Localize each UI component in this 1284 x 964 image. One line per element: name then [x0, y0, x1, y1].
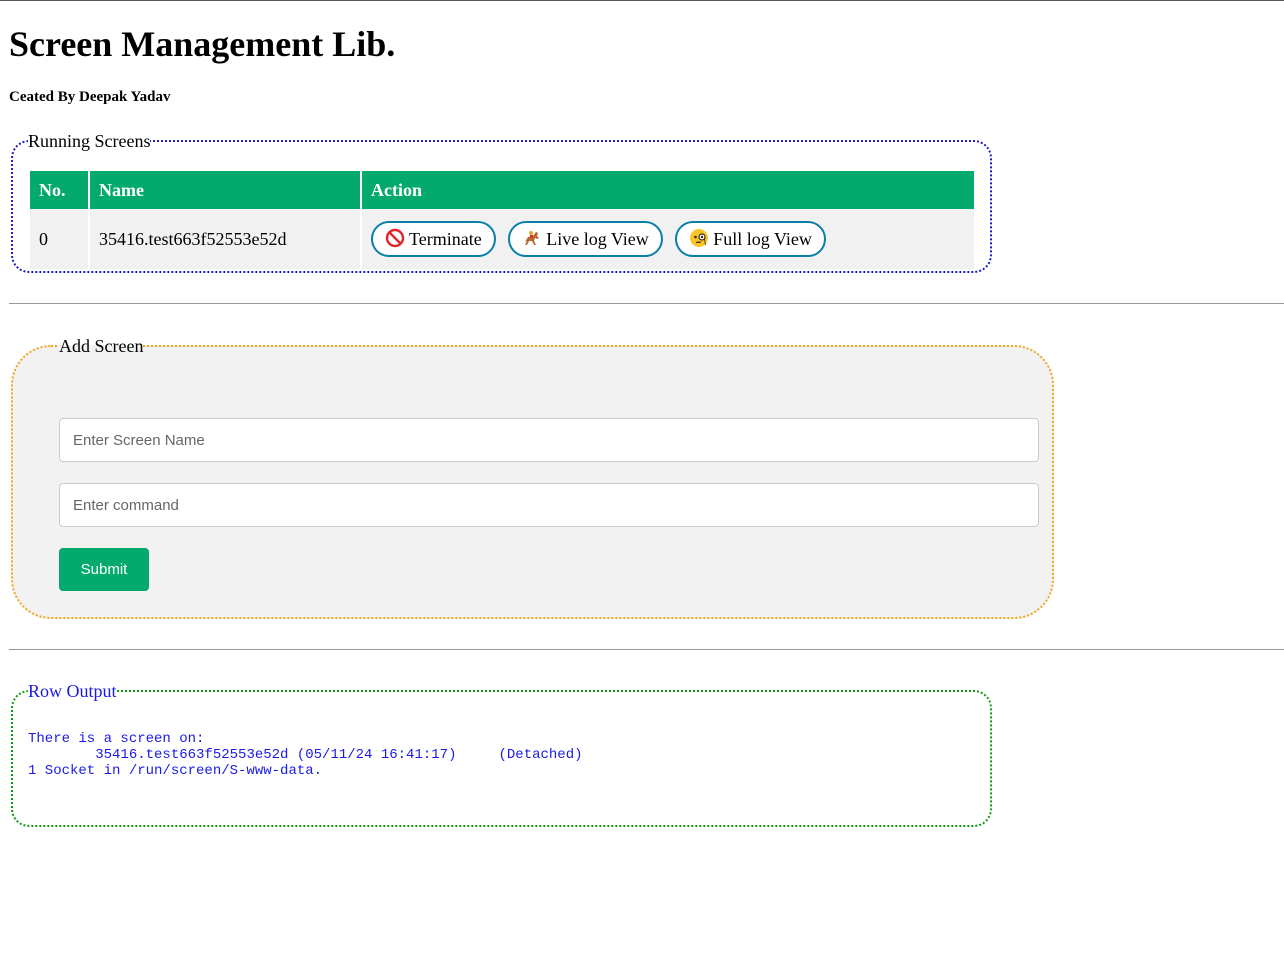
running-screens-legend: Running Screens — [28, 131, 151, 151]
output-text: There is a screen on: 35416.test663f5255… — [28, 731, 583, 779]
output-line: There is a screen on: — [28, 731, 205, 747]
table-header-row: No. Name Action — [30, 171, 974, 209]
top-rule — [0, 0, 1284, 1]
output-line: 35416.test663f52553e52d (05/11/24 16:41:… — [28, 747, 583, 763]
cell-actions: Terminate Live log View Full log View — [362, 209, 974, 269]
command-input[interactable] — [59, 483, 1039, 527]
monocle-face-icon — [689, 226, 709, 247]
live-log-view-button[interactable]: Live log View — [508, 221, 663, 257]
column-header-name: Name — [90, 171, 360, 209]
screen-name-input[interactable] — [59, 418, 1039, 462]
row-output-panel: Row Output There is a screen on: 35416.t… — [11, 681, 992, 827]
divider — [9, 303, 1284, 304]
no-entry-icon — [385, 226, 405, 248]
terminate-label: Terminate — [409, 229, 482, 249]
running-screens-panel: Running Screens No. Name Action 0 35416.… — [11, 131, 992, 273]
author-credit: Ceated By Deepak Yadav — [9, 89, 171, 105]
full-log-view-label: Full log View — [713, 229, 812, 249]
full-log-view-button[interactable]: Full log View — [675, 221, 826, 257]
table-row: 0 35416.test663f52553e52d Terminate Live… — [30, 209, 974, 269]
terminate-button[interactable]: Terminate — [371, 221, 496, 257]
divider — [9, 649, 1284, 650]
horse-racing-icon — [522, 226, 542, 246]
live-log-view-label: Live log View — [546, 229, 649, 249]
column-header-action: Action — [362, 171, 974, 209]
add-screen-legend: Add Screen — [59, 336, 144, 356]
cell-no: 0 — [30, 209, 88, 269]
screens-table: No. Name Action 0 35416.test663f52553e52… — [28, 171, 976, 269]
add-screen-panel: Add Screen Submit — [11, 336, 1054, 619]
column-header-no: No. — [30, 171, 88, 209]
page-title: Screen Management Lib. — [9, 24, 396, 64]
cell-name: 35416.test663f52553e52d — [90, 209, 360, 269]
row-output-legend: Row Output — [28, 681, 117, 701]
output-line: 1 Socket in /run/screen/S-www-data. — [28, 763, 323, 779]
submit-button[interactable]: Submit — [59, 548, 149, 591]
